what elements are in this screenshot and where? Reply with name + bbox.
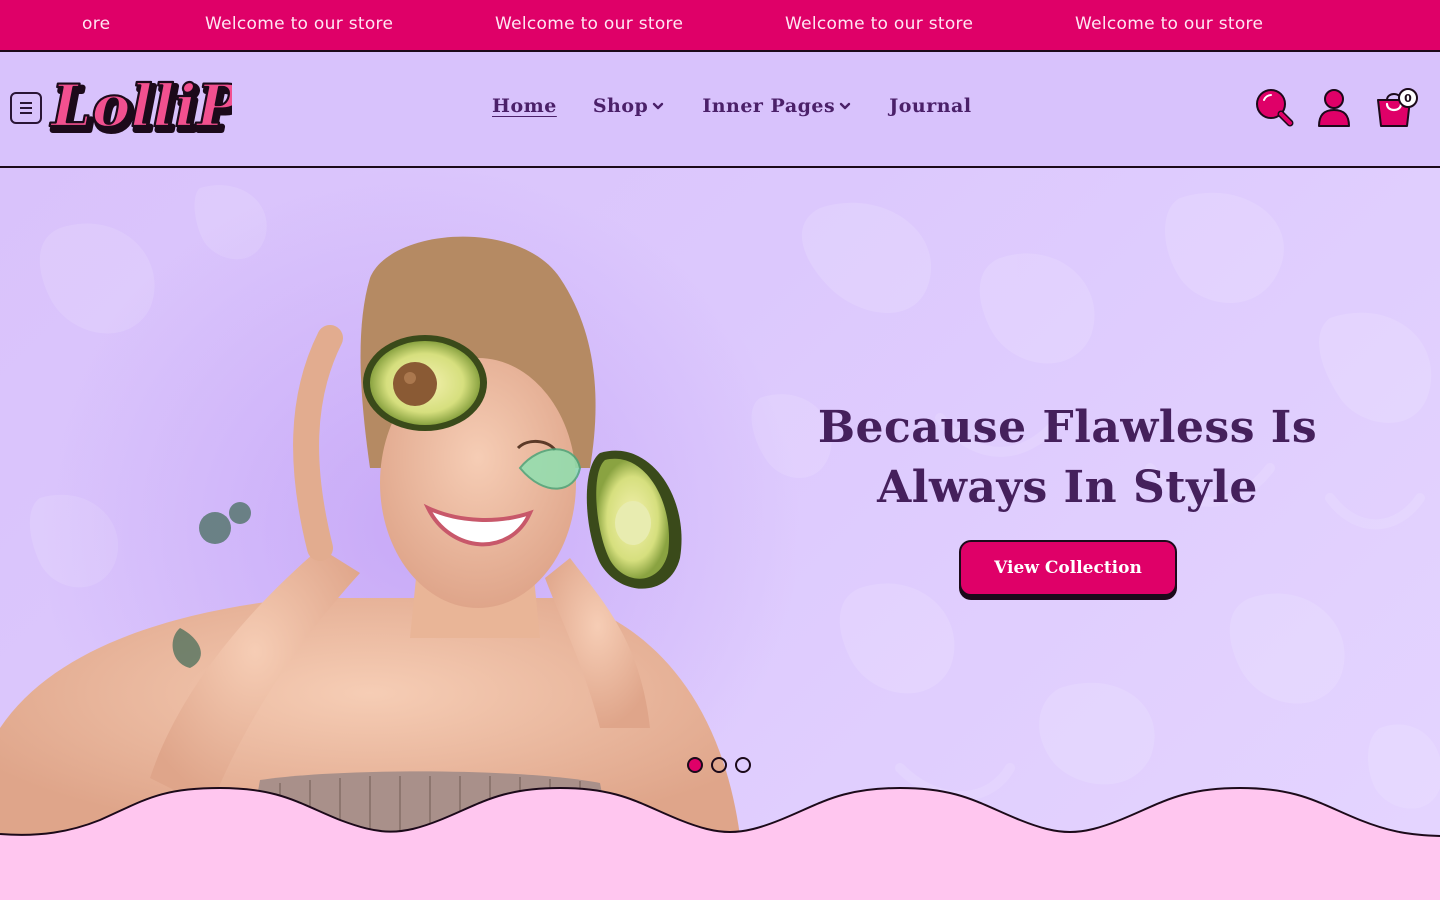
nav-shop[interactable]: Shop: [593, 95, 665, 117]
nav-inner-pages[interactable]: Inner Pages: [702, 95, 851, 117]
announcement-text: ore: [82, 14, 111, 34]
nav-home-label: Home: [492, 95, 557, 117]
announcement-text: Welcome to our store: [495, 14, 684, 34]
announcement-bar: ore Welcome to our store Welcome to our …: [0, 0, 1440, 52]
logo-wordmark: LolliPop LolliPop: [48, 71, 324, 147]
main-nav: Home Shop Inner Pages Journal: [492, 95, 972, 117]
svg-text:LolliPop: LolliPop: [49, 72, 232, 140]
cart-count-badge: 0: [1398, 88, 1418, 108]
announcement-text: Welcome to our store: [205, 14, 394, 34]
nav-shop-label: Shop: [592, 95, 649, 117]
hero-title: Because Flawless Is Always In Style: [817, 402, 1318, 513]
site-header: LolliPop LolliPop Home Shop Inner Pages …: [0, 52, 1440, 168]
nav-inner-pages-label: Inner Pages: [702, 95, 836, 117]
chevron-down-icon: [653, 102, 664, 110]
view-collection-button[interactable]: View Collection: [959, 540, 1177, 596]
wave-divider: [0, 786, 1440, 900]
slide-dot-3[interactable]: [735, 757, 751, 773]
site-logo[interactable]: LolliPop LolliPop: [46, 64, 324, 154]
slide-dot-1[interactable]: [687, 757, 703, 773]
slide-dot-2[interactable]: [711, 757, 727, 773]
nav-journal-label: Journal: [889, 95, 972, 117]
hero-slideshow: Because Flawless Is Always In Style View…: [0, 168, 1440, 836]
nav-journal[interactable]: Journal: [889, 95, 971, 117]
search-icon[interactable]: [1253, 86, 1295, 128]
announcement-track: ore Welcome to our store Welcome to our …: [0, 0, 1440, 50]
nav-home[interactable]: Home: [492, 95, 557, 117]
account-icon[interactable]: [1313, 86, 1355, 128]
slideshow-pagination: [687, 757, 751, 773]
announcement-text: Welcome to our store: [1075, 14, 1264, 34]
hero-model-image: [0, 168, 800, 836]
menu-icon[interactable]: [10, 92, 42, 124]
chevron-down-icon: [840, 102, 851, 110]
announcement-text: Welcome to our store: [785, 14, 974, 34]
